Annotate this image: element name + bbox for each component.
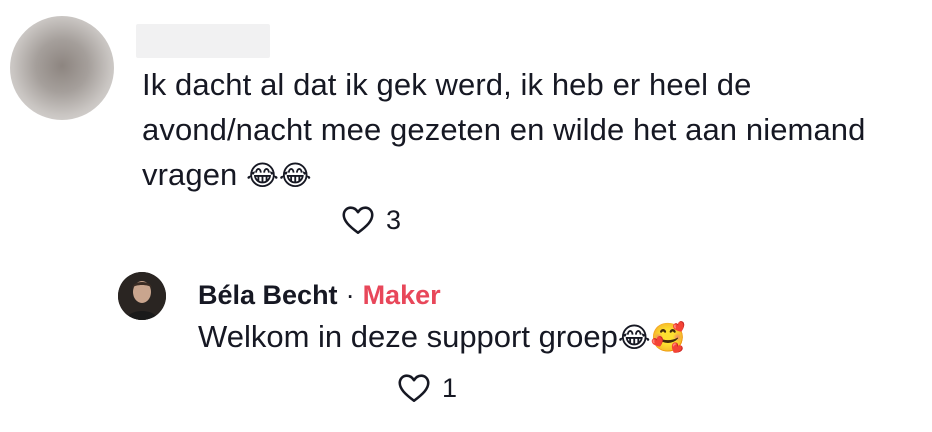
like-count: 1	[442, 372, 458, 403]
commenter-avatar[interactable]	[10, 16, 114, 120]
reply-like: 1	[396, 370, 457, 406]
creator-badge: Maker	[362, 280, 441, 310]
reply-emojis: 😂🥰	[617, 321, 686, 354]
reply-author-avatar[interactable]	[118, 272, 166, 320]
commenter-name-redacted	[136, 24, 270, 58]
avatar-portrait-icon	[118, 272, 166, 320]
comment-text-line: Ik dacht al dat ik gek werd, ik heb er h…	[142, 67, 752, 102]
heart-outline-icon[interactable]	[340, 202, 376, 238]
separator-dot: ·	[345, 280, 355, 310]
reply-author-name[interactable]: Béla Becht	[198, 278, 338, 312]
comment-text-line3: vragen	[142, 157, 238, 192]
reply-text-body: Welkom in deze support groep	[198, 319, 618, 354]
comment-like: 3	[340, 202, 401, 238]
comment-text: Ik dacht al dat ik gek werd, ik heb er h…	[142, 62, 922, 198]
comment-text-line: vragen 😂😂	[142, 152, 922, 198]
like-count: 3	[386, 204, 402, 235]
comment-text-line: avond/nacht mee gezeten en wilde het aan…	[142, 112, 866, 147]
heart-outline-icon[interactable]	[396, 370, 432, 406]
reply-header: Béla Becht · Maker	[198, 278, 441, 312]
laughing-emoji: 😂😂	[246, 159, 312, 192]
reply-text: Welkom in deze support groep😂🥰	[198, 316, 685, 359]
